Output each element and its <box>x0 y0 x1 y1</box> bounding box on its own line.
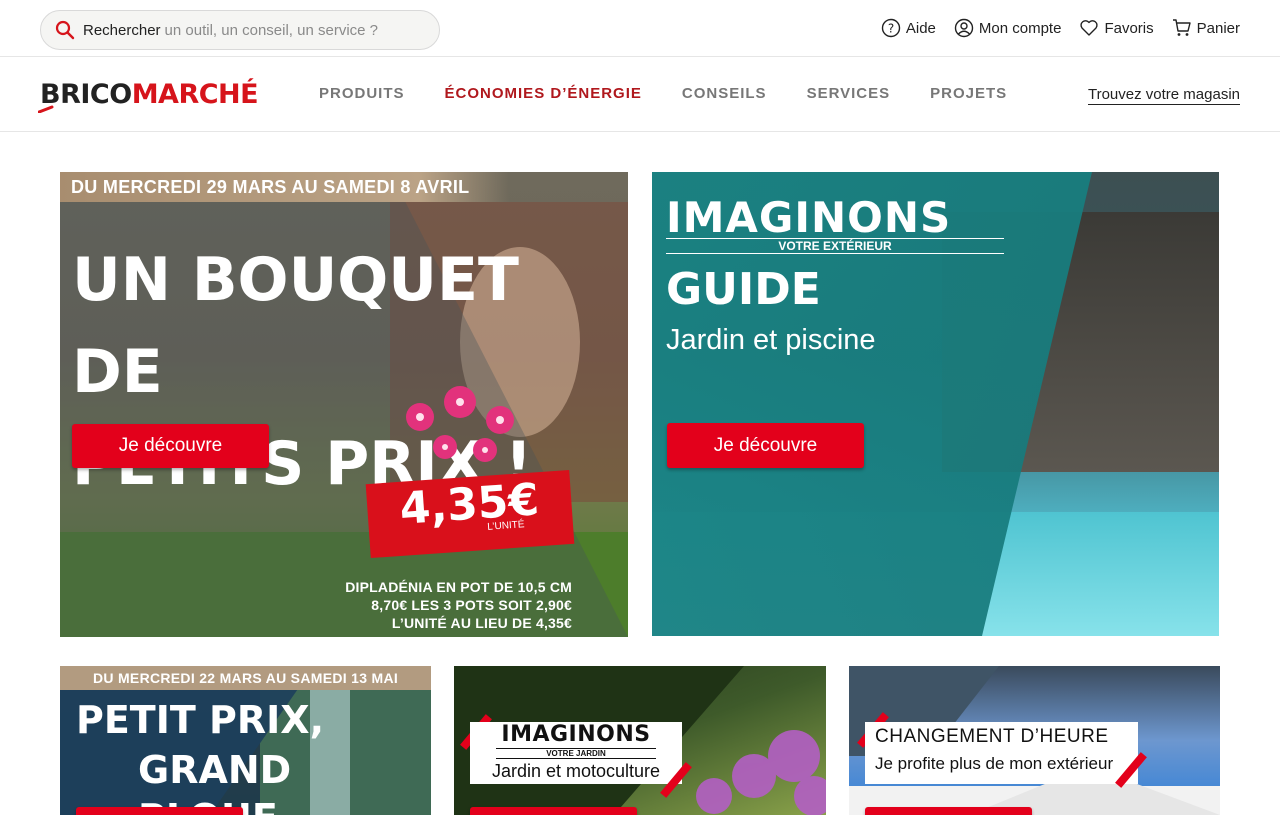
price-tag: 4,35€ L’UNITÉ <box>365 469 575 559</box>
search-label: Rechercher <box>83 21 161 39</box>
brand-subtitle: VOTRE JARDIN <box>496 748 656 759</box>
bricomarche-logo[interactable]: BRICOMARCHÉ <box>38 77 259 113</box>
top-utility-bar: Rechercher ? Aide Mon compte Favoris P <box>0 0 1280 57</box>
flower-icon <box>406 386 514 462</box>
search-bar[interactable]: Rechercher <box>40 10 440 50</box>
banner-title-line-2: GRAND PLOUF <box>138 748 292 815</box>
fine-print-line-1: DIPLADÉNIA EN POT DE 10,5 CM <box>345 579 572 595</box>
find-store-link[interactable]: Trouvez votre magasin <box>1087 86 1240 105</box>
brand-imaginons: IMAGINONS <box>501 722 651 747</box>
discover-button[interactable]: Je découvre <box>72 424 269 468</box>
favorites-label: Favoris <box>1104 19 1154 37</box>
question-circle-icon: ? <box>881 18 901 38</box>
help-link[interactable]: ? Aide <box>881 18 936 38</box>
heart-icon <box>1079 18 1099 38</box>
brand-box: IMAGINONS VOTRE JARDIN Jardin et motocul… <box>470 722 682 784</box>
nav-item-conseils[interactable]: CONSEILS <box>682 85 767 102</box>
favorites-link[interactable]: Favoris <box>1079 18 1154 38</box>
cart-icon <box>1172 18 1192 38</box>
main-navigation: BRICOMARCHÉ PRODUITS ÉCONOMIES D’ÉNERGIE… <box>0 57 1280 132</box>
utility-links: ? Aide Mon compte Favoris Panier <box>881 18 1240 38</box>
brand-subtitle: VOTRE EXTÉRIEUR <box>666 238 1004 254</box>
promo-banner-bouquet[interactable]: DU MERCREDI 29 MARS AU SAMEDI 8 AVRIL UN… <box>60 172 628 637</box>
help-label: Aide <box>905 19 936 37</box>
title-box: CHANGEMENT D’HEURE Je profite plus de mo… <box>865 722 1138 784</box>
nav-item-economies-energie[interactable]: ÉCONOMIES D’ÉNERGIE <box>445 85 642 102</box>
discover-button[interactable] <box>470 807 637 815</box>
nav-item-services[interactable]: SERVICES <box>807 85 891 102</box>
discover-button[interactable]: Je découvre <box>667 423 864 468</box>
cart-link[interactable]: Panier <box>1172 18 1240 38</box>
brand-imaginons: IMAGINONS <box>666 193 952 242</box>
svg-text:?: ? <box>888 22 894 36</box>
banner-title-line-1: PETIT PRIX, <box>76 698 325 742</box>
banner-title: CHANGEMENT D’HEURE <box>875 726 1109 747</box>
nav-item-projets[interactable]: PROJETS <box>930 85 1007 102</box>
cart-label: Panier <box>1196 19 1240 37</box>
promo-banner-changement-heure[interactable]: CHANGEMENT D’HEURE Je profite plus de mo… <box>849 666 1220 815</box>
offer-fine-print: DIPLADÉNIA EN POT DE 10,5 CM 8,70€ LES 3… <box>345 578 572 632</box>
discover-button[interactable] <box>865 807 1032 815</box>
guide-subtitle: Jardin et piscine <box>666 324 876 356</box>
discover-button[interactable] <box>76 807 243 815</box>
banner-title-line-1: UN BOUQUET DE <box>72 245 519 407</box>
banner-subtitle: Jardin et motoculture <box>491 761 661 781</box>
account-link[interactable]: Mon compte <box>954 18 1062 38</box>
promo-banner-petit-prix[interactable]: DU MERCREDI 22 MARS AU SAMEDI 13 MAI PET… <box>60 666 431 815</box>
promo-banner-jardin-motoculture[interactable]: IMAGINONS VOTRE JARDIN Jardin et motocul… <box>454 666 826 815</box>
account-label: Mon compte <box>978 19 1062 37</box>
banner-title: UN BOUQUET DE PETITS PRIX ! <box>72 234 628 510</box>
promo-banner-guide-jardin[interactable]: IMAGINONS VOTRE EXTÉRIEUR GUIDE Jardin e… <box>652 172 1219 636</box>
promo-date: DU MERCREDI 22 MARS AU SAMEDI 13 MAI <box>60 666 431 690</box>
nav-menu: PRODUITS ÉCONOMIES D’ÉNERGIE CONSEILS SE… <box>319 85 1007 102</box>
nav-item-produits[interactable]: PRODUITS <box>319 85 405 102</box>
fine-print-line-2: 8,70€ LES 3 POTS SOIT 2,90€ <box>371 597 572 613</box>
fine-print-line-3: L’UNITÉ AU LIEU DE 4,35€ <box>391 615 572 631</box>
search-input[interactable] <box>164 21 385 39</box>
banner-subtitle: Je profite plus de mon extérieur <box>875 754 1114 773</box>
search-icon <box>55 20 75 40</box>
guide-title: GUIDE <box>666 264 821 315</box>
promo-date: DU MERCREDI 29 MARS AU SAMEDI 8 AVRIL <box>60 172 510 202</box>
user-circle-icon <box>954 18 974 38</box>
logo-swoosh-icon <box>38 105 54 113</box>
logo-part-2: MARCHÉ <box>131 79 259 110</box>
